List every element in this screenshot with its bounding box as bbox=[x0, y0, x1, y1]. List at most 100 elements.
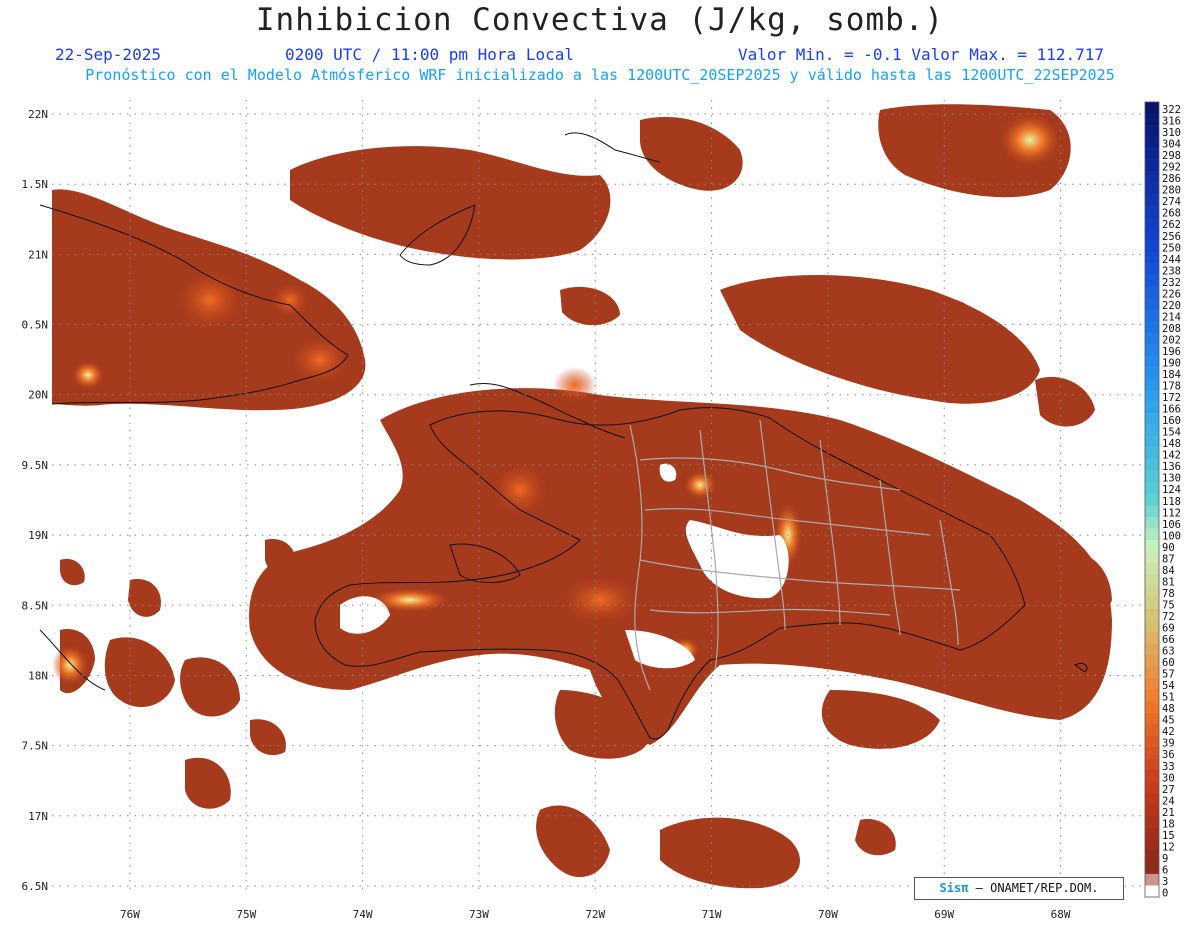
colorbar-label: 106 bbox=[1162, 519, 1181, 531]
colorbar-label: 298 bbox=[1162, 150, 1181, 162]
colorbar-label: 154 bbox=[1162, 427, 1181, 439]
colorbar-swatch bbox=[1145, 482, 1159, 495]
lat-tick-label: 22N bbox=[28, 108, 48, 121]
colorbar-swatch bbox=[1145, 620, 1159, 633]
colorbar-swatch bbox=[1145, 286, 1159, 299]
colorbar-swatch bbox=[1145, 516, 1159, 529]
colorbar-swatch bbox=[1145, 251, 1159, 264]
colorbar-label: 24 bbox=[1162, 795, 1175, 807]
colorbar-swatch bbox=[1145, 125, 1159, 137]
credit-text: – ONAMET/REP.DOM. bbox=[975, 881, 1099, 895]
lat-tick-label: 17N bbox=[28, 810, 48, 823]
colorbar-label: 66 bbox=[1162, 634, 1175, 646]
map-canvas: 22N 1.5N 21N 0.5N 20N 9.5N 19N 8.5N 18N 7.5N 17N 6.… bbox=[22, 100, 1181, 921]
colorbar-label: 112 bbox=[1162, 507, 1181, 519]
colorbar-label: 90 bbox=[1162, 542, 1175, 554]
colorbar-swatch bbox=[1145, 643, 1159, 656]
colorbar-label: 286 bbox=[1162, 173, 1181, 185]
colorbar-swatch bbox=[1145, 332, 1159, 345]
colorbar-swatch bbox=[1145, 632, 1159, 644]
colorbar-label: 69 bbox=[1162, 623, 1175, 635]
lon-tick-label: 68W bbox=[1051, 908, 1071, 921]
lon-tick-label: 70W bbox=[818, 908, 838, 921]
colorbar-swatch bbox=[1145, 367, 1159, 379]
lat-tick-label: 18N bbox=[28, 669, 48, 682]
credit-box: Sisπ – ONAMET/REP.DOM. bbox=[914, 877, 1124, 900]
colorbar-label: 63 bbox=[1162, 646, 1175, 658]
colorbar-swatch bbox=[1145, 816, 1159, 829]
colorbar-swatch bbox=[1145, 655, 1159, 667]
colorbar-label: 54 bbox=[1162, 680, 1175, 692]
colorbar-swatch bbox=[1145, 274, 1159, 287]
colorbar-swatch bbox=[1145, 873, 1159, 886]
colorbar-label: 172 bbox=[1162, 392, 1181, 404]
colorbar-label: 39 bbox=[1162, 738, 1175, 750]
colorbar-swatch bbox=[1145, 320, 1159, 333]
lon-tick-label: 73W bbox=[469, 908, 489, 921]
colorbar-label: 78 bbox=[1162, 588, 1175, 600]
sispi-logo: Sisπ bbox=[939, 881, 969, 895]
colorbar-swatch bbox=[1145, 678, 1159, 690]
colorbar-swatch bbox=[1145, 724, 1159, 736]
colorbar-label: 72 bbox=[1162, 611, 1175, 623]
lon-tick-label: 72W bbox=[585, 908, 605, 921]
colorbar-label: 202 bbox=[1162, 334, 1181, 346]
colorbar-swatch bbox=[1145, 228, 1159, 241]
colorbar-label: 196 bbox=[1162, 346, 1181, 358]
colorbar-swatch bbox=[1145, 608, 1159, 621]
lat-tick-label: 6.5N bbox=[22, 880, 49, 893]
colorbar-label: 30 bbox=[1162, 772, 1175, 784]
colorbar-swatch bbox=[1145, 850, 1159, 863]
colorbar-swatch bbox=[1145, 804, 1159, 817]
colorbar-label: 136 bbox=[1162, 461, 1181, 473]
colorbar-label: 232 bbox=[1162, 277, 1181, 289]
colorbar-swatch bbox=[1145, 885, 1159, 898]
colorbar-label: 262 bbox=[1162, 219, 1181, 231]
colorbar-label: 256 bbox=[1162, 231, 1181, 243]
colorbar-swatch bbox=[1145, 263, 1159, 276]
colorbar-swatch bbox=[1145, 597, 1159, 610]
colorbar-label: 166 bbox=[1162, 404, 1181, 416]
colorbar-label: 81 bbox=[1162, 576, 1175, 588]
colorbar-swatch bbox=[1145, 539, 1159, 552]
colorbar-label: 280 bbox=[1162, 185, 1181, 197]
colorbar-label: 18 bbox=[1162, 818, 1175, 830]
lon-tick-label: 74W bbox=[353, 908, 373, 921]
lat-tick-label: 8.5N bbox=[22, 599, 49, 612]
colorbar-label: 12 bbox=[1162, 841, 1175, 853]
colorbar-swatch bbox=[1145, 701, 1159, 713]
colorbar-swatch bbox=[1145, 436, 1159, 448]
lat-tick-label: 7.5N bbox=[22, 740, 49, 753]
colorbar-swatch bbox=[1145, 862, 1159, 875]
colorbar-swatch bbox=[1145, 343, 1159, 356]
colorbar-label: 118 bbox=[1162, 496, 1181, 508]
colorbar-swatch bbox=[1145, 758, 1159, 771]
colorbar-swatch bbox=[1145, 505, 1159, 518]
colorbar-label: 190 bbox=[1162, 358, 1181, 370]
colorbar-label: 292 bbox=[1162, 162, 1181, 174]
colorbar-swatch bbox=[1145, 378, 1159, 391]
colorbar-swatch bbox=[1145, 390, 1159, 402]
colorbar-swatch bbox=[1145, 217, 1159, 230]
colorbar-label: 45 bbox=[1162, 715, 1175, 727]
colorbar-label: 48 bbox=[1162, 703, 1175, 715]
longitude-labels: 76W 75W 74W 73W 72W 71W 70W 69W 68W bbox=[120, 908, 1071, 921]
colorbar-label: 178 bbox=[1162, 381, 1181, 393]
colorbar-label: 15 bbox=[1162, 830, 1175, 842]
colorbar-label: 9 bbox=[1162, 853, 1168, 865]
colorbar-swatch bbox=[1145, 747, 1159, 760]
colorbar-swatch bbox=[1145, 562, 1159, 575]
lat-tick-label: 20N bbox=[28, 389, 48, 402]
colorbar-label: 322 bbox=[1162, 104, 1181, 116]
lon-tick-label: 75W bbox=[236, 908, 256, 921]
colorbar-swatch bbox=[1145, 839, 1159, 852]
colorbar-swatch bbox=[1145, 240, 1159, 253]
colorbar-swatch bbox=[1145, 528, 1159, 541]
colorbar-label: 57 bbox=[1162, 669, 1175, 681]
colorbar-swatch bbox=[1145, 413, 1159, 425]
lat-tick-label: 9.5N bbox=[22, 459, 49, 472]
colorbar-swatch bbox=[1145, 148, 1159, 160]
lon-tick-label: 71W bbox=[702, 908, 722, 921]
colorbar-label: 238 bbox=[1162, 265, 1181, 277]
lat-tick-label: 0.5N bbox=[22, 319, 49, 332]
